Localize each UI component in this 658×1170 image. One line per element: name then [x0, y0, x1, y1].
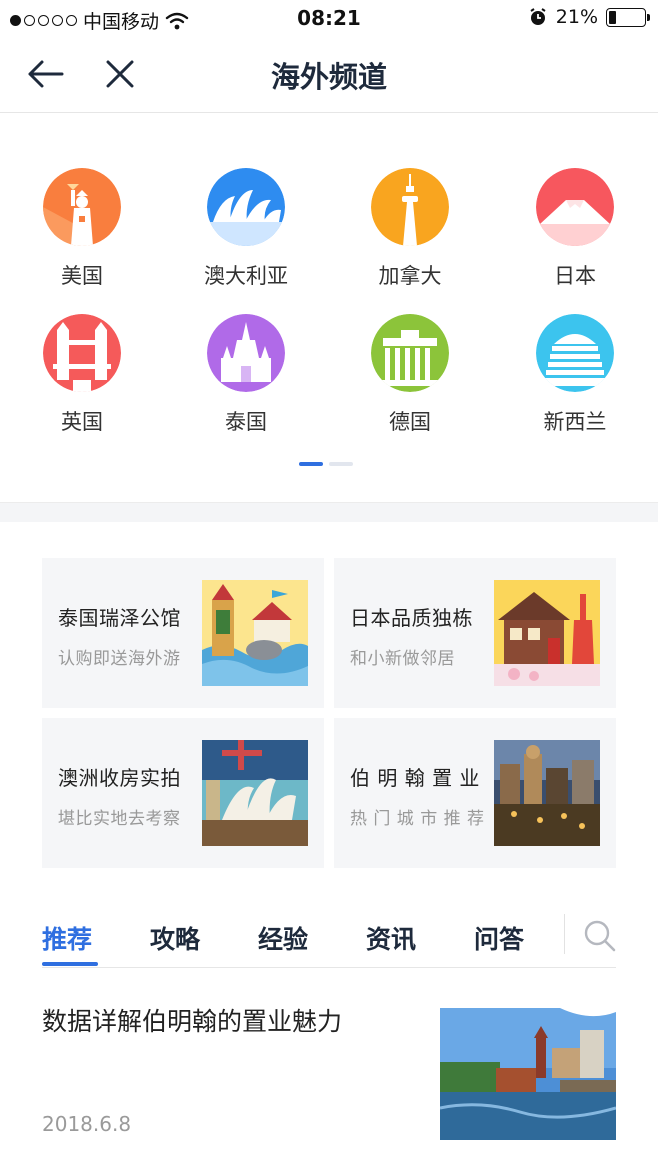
country-label: 美国: [61, 264, 103, 288]
project-card-thailand[interactable]: 泰国瑞泽公馆 认购即送海外游: [42, 558, 324, 708]
birmingham-city-photo-image: [494, 740, 600, 846]
tab-guides[interactable]: 攻略: [150, 920, 200, 956]
statue-of-liberty-icon: [43, 168, 121, 246]
article-thumbnail-image[interactable]: [440, 1008, 616, 1140]
status-bar: 中国移动 08:21 21%: [0, 0, 658, 36]
tab-recommend[interactable]: 推荐: [42, 920, 92, 956]
page-indicator: [299, 462, 353, 466]
country-label: 英国: [61, 410, 103, 434]
content-tabs: 推荐 攻略 经验 资讯 问答: [42, 906, 616, 968]
tab-qa[interactable]: 问答: [474, 920, 524, 956]
country-label: 澳大利亚: [204, 264, 288, 288]
japan-house-illustration-image: [494, 580, 600, 686]
country-grid: 美国 澳大利亚 加拿大 日本 英国 泰国 德国 新西兰: [0, 114, 658, 502]
country-item-thailand[interactable]: 泰国: [176, 314, 316, 436]
country-label: 泰国: [225, 410, 267, 434]
country-item-australia[interactable]: 澳大利亚: [176, 168, 316, 290]
tab-separator: [564, 914, 565, 954]
card-subtitle: 认购即送海外游: [58, 649, 181, 669]
battery-percent: 21%: [555, 6, 598, 28]
card-subtitle: 热 门 城 市 推 荐: [350, 809, 485, 829]
article-date: 2018.6.8: [42, 1112, 132, 1136]
country-label: 新西兰: [543, 410, 607, 434]
country-item-usa[interactable]: 美国: [12, 168, 152, 290]
card-subtitle: 堪比实地去考察: [58, 809, 181, 829]
thailand-illustration-image: [202, 580, 308, 686]
cn-tower-icon: [371, 168, 449, 246]
page-dot: [329, 462, 353, 466]
article-title[interactable]: 数据详解伯明翰的置业魅力: [42, 1004, 422, 1040]
project-card-birmingham[interactable]: 伯 明 翰 置 业 热 门 城 市 推 荐: [334, 718, 616, 868]
card-title: 日本品质独栋: [350, 606, 473, 630]
sydney-opera-house-icon: [207, 168, 285, 246]
country-item-new-zealand[interactable]: 新西兰: [505, 314, 645, 436]
tab-news[interactable]: 资讯: [366, 920, 416, 956]
page-title: 海外频道: [270, 60, 387, 94]
alarm-icon: [530, 8, 546, 25]
sydney-pixel-art-image: [202, 740, 308, 846]
country-label: 德国: [389, 410, 431, 434]
country-item-canada[interactable]: 加拿大: [340, 168, 480, 290]
section-divider: [0, 502, 658, 522]
country-item-germany[interactable]: 德国: [340, 314, 480, 436]
tower-bridge-icon: [43, 314, 121, 392]
country-item-japan[interactable]: 日本: [505, 168, 645, 290]
thai-temple-icon: [207, 314, 285, 392]
country-label: 日本: [554, 264, 596, 288]
card-title: 泰国瑞泽公馆: [58, 606, 181, 630]
page-dot-active: [299, 462, 323, 466]
country-item-uk[interactable]: 英国: [12, 314, 152, 436]
card-title: 伯 明 翰 置 业: [350, 766, 480, 790]
beehive-building-icon: [536, 314, 614, 392]
battery-icon: [606, 7, 650, 27]
project-card-japan[interactable]: 日本品质独栋 和小新做邻居: [334, 558, 616, 708]
mount-fuji-icon: [536, 168, 614, 246]
card-title: 澳洲收房实拍: [58, 766, 181, 790]
country-label: 加拿大: [378, 264, 442, 288]
nav-bar: 海外频道: [0, 36, 658, 113]
brandenburg-gate-icon: [371, 314, 449, 392]
card-subtitle: 和小新做邻居: [350, 649, 455, 669]
search-icon[interactable]: [582, 918, 618, 954]
active-tab-indicator: [42, 962, 98, 966]
tab-experience[interactable]: 经验: [258, 920, 308, 956]
project-card-australia[interactable]: 澳洲收房实拍 堪比实地去考察: [42, 718, 324, 868]
